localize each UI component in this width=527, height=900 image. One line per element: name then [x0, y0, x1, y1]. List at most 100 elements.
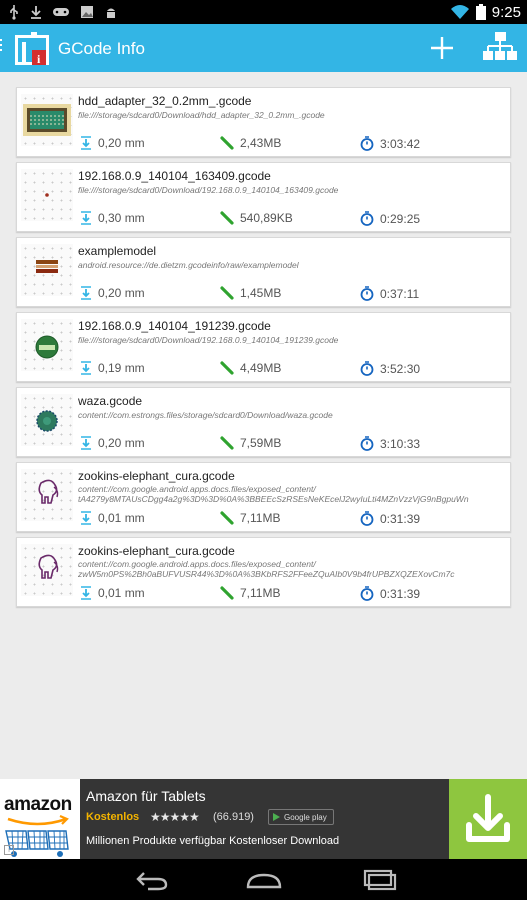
- download-icon: [466, 794, 510, 842]
- filament-value: 2,43MB: [240, 136, 282, 150]
- ad-banner[interactable]: amazon i Amazon für Tablets Kostenlos ★★…: [0, 779, 527, 859]
- file-path: android.resource://de.dietzm.gcodeinfo/r…: [78, 260, 299, 270]
- wifi-icon: [450, 5, 469, 19]
- status-bar: 9:25: [0, 0, 527, 24]
- file-path: file:///storage/sdcard0/Download/192.168…: [78, 185, 339, 195]
- add-icon[interactable]: [428, 34, 456, 62]
- ad-info-icon[interactable]: i: [4, 845, 14, 855]
- action-bar: i GCode Info: [0, 24, 527, 72]
- clock: 9:25: [491, 3, 521, 21]
- layer-height-value: 0,30 mm: [98, 211, 145, 225]
- print-time-value: 3:03:42: [380, 136, 421, 151]
- filament-icon: [220, 211, 234, 225]
- android-icon: [107, 8, 115, 18]
- download-icon: [31, 6, 41, 19]
- file-path-line-2: zwW5m0PS%2Bh0aBUFVUSR44%3D%0A%3BKbRFS2FF…: [78, 569, 455, 579]
- file-path: content://com.google.android.apps.docs.f…: [78, 559, 508, 579]
- print-time: 0:31:39: [360, 586, 420, 601]
- filament-value: 7,11MB: [240, 586, 281, 600]
- stopwatch-icon: [360, 361, 374, 376]
- ad-price: Kostenlos: [86, 811, 140, 823]
- google-play-label: Google play: [284, 812, 327, 822]
- back-icon[interactable]: [132, 867, 172, 893]
- gcode-file-list: hdd_adapter_32_0.2mm_.gcode file:///stor…: [16, 87, 511, 612]
- file-card[interactable]: hdd_adapter_32_0.2mm_.gcode file:///stor…: [16, 87, 511, 157]
- file-card[interactable]: 192.168.0.9_140104_163409.gcode file:///…: [16, 162, 511, 232]
- stopwatch-icon: [360, 136, 374, 151]
- layer-height-value: 0,20 mm: [98, 286, 145, 300]
- filament-value: 7,11MB: [240, 511, 281, 525]
- file-path-line-1: content://com.google.android.apps.docs.f…: [78, 559, 316, 569]
- layer-height: 0,20 mm: [80, 286, 145, 300]
- layer-height-value: 0,19 mm: [98, 361, 145, 375]
- file-name: examplemodel: [78, 244, 157, 258]
- ad-download-button[interactable]: [449, 779, 527, 859]
- file-path: file:///storage/sdcard0/Download/192.168…: [78, 335, 339, 345]
- dot-thumbnail: [21, 169, 73, 221]
- print-time-value: 0:31:39: [380, 586, 421, 601]
- file-card[interactable]: 192.168.0.9_140104_191239.gcode file:///…: [16, 312, 511, 382]
- file-name: 192.168.0.9_140104_191239.gcode: [78, 319, 271, 333]
- file-path: content://com.google.android.apps.docs.f…: [78, 484, 508, 504]
- tree-icon[interactable]: [482, 30, 518, 66]
- file-path-line-2: tA4279y8MTAUsCDgg4a2g%3D%3D%0A%3BBEEcSzR…: [78, 494, 469, 504]
- hdd-adapter-thumbnail: [21, 94, 73, 146]
- filament-length: 1,45MB: [220, 286, 281, 300]
- print-time: 3:52:30: [360, 361, 420, 376]
- ad-description: Millionen Produkte verfügbar Kostenloser…: [86, 835, 340, 847]
- print-time: 3:03:42: [360, 136, 420, 151]
- play-icon: [273, 813, 280, 821]
- layer-height-icon: [81, 436, 91, 450]
- layer-height-value: 0,20 mm: [98, 436, 145, 450]
- waza-thumbnail: [21, 394, 73, 446]
- file-name: waza.gcode: [78, 394, 143, 408]
- file-card[interactable]: examplemodel android.resource://de.dietz…: [16, 237, 511, 307]
- filament-value: 7,59MB: [240, 436, 282, 450]
- file-path: content://com.estrongs.files/storage/sdc…: [78, 410, 333, 420]
- layer-height-icon: [81, 361, 91, 375]
- layer-height: 0,19 mm: [80, 361, 145, 375]
- filament-icon: [220, 511, 234, 525]
- layer-height-value: 0,01 mm: [98, 511, 145, 525]
- filament-icon: [220, 136, 234, 150]
- rating-stars: ★★★★★: [150, 810, 200, 824]
- home-icon[interactable]: [244, 867, 284, 893]
- filament-icon: [220, 286, 234, 300]
- amazon-logo[interactable]: amazon i: [0, 779, 80, 859]
- elephant-thumbnail: [21, 544, 73, 596]
- elephant-thumbnail: [21, 469, 73, 521]
- stopwatch-icon: [360, 586, 374, 601]
- green-ball-thumbnail: [21, 319, 73, 371]
- app-icon[interactable]: i: [0, 30, 52, 68]
- filament-value: 1,45MB: [240, 286, 282, 300]
- filament-icon: [220, 361, 234, 375]
- stopwatch-icon: [360, 436, 374, 451]
- print-time-value: 0:31:39: [380, 511, 421, 526]
- layer-height: 0,20 mm: [80, 436, 145, 450]
- file-card[interactable]: zookins-elephant_cura.gcode content://co…: [16, 462, 511, 532]
- filament-icon: [220, 436, 234, 450]
- print-time-value: 3:52:30: [380, 361, 421, 376]
- image-icon: [81, 6, 93, 18]
- print-time: 3:10:33: [360, 436, 420, 451]
- file-path: file:///storage/sdcard0/Download/hdd_ada…: [78, 110, 325, 120]
- ad-title: Amazon für Tablets: [86, 788, 206, 804]
- layer-height: 0,01 mm: [80, 586, 145, 600]
- file-name: 192.168.0.9_140104_163409.gcode: [78, 169, 271, 183]
- navigation-bar: [0, 859, 527, 900]
- stopwatch-icon: [360, 286, 374, 301]
- layer-height: 0,01 mm: [80, 511, 145, 525]
- recents-icon[interactable]: [360, 867, 400, 893]
- file-card[interactable]: waza.gcode content://com.estrongs.files/…: [16, 387, 511, 457]
- file-name: zookins-elephant_cura.gcode: [78, 544, 235, 558]
- layer-height: 0,30 mm: [80, 211, 145, 225]
- file-card[interactable]: zookins-elephant_cura.gcode content://co…: [16, 537, 511, 607]
- layer-height-icon: [81, 511, 91, 525]
- battery-icon: [475, 4, 486, 20]
- bar-thumbnail: [21, 244, 73, 296]
- stopwatch-icon: [360, 211, 374, 226]
- layer-height-icon: [81, 286, 91, 300]
- layer-height-icon: [81, 586, 91, 600]
- google-play-badge: Google play: [268, 809, 334, 825]
- print-time: 0:29:25: [360, 211, 420, 226]
